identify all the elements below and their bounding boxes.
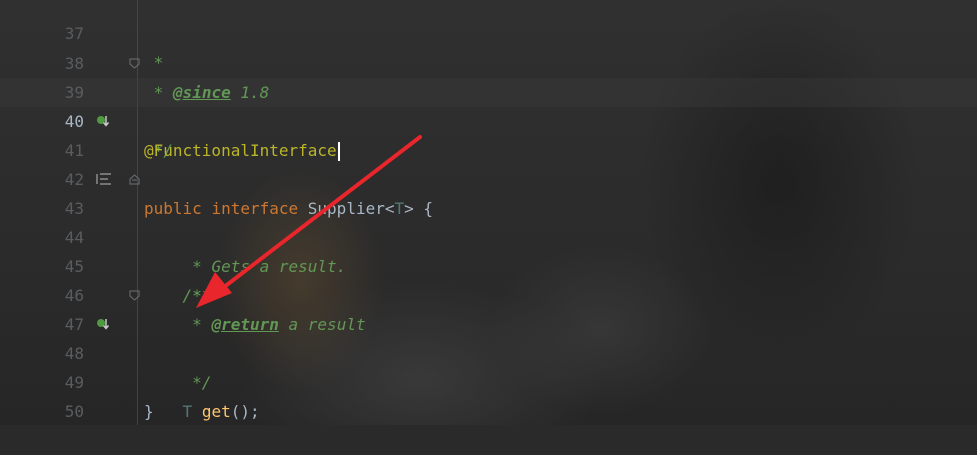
code-line[interactable]: 44 * Gets a result. [0, 194, 977, 276]
code-line[interactable]: 40 @FunctionalInterface [0, 78, 977, 161]
code-text: } [144, 402, 154, 421]
code-line[interactable]: 50 [0, 368, 977, 421]
fold-start-icon[interactable] [129, 174, 140, 185]
code-line[interactable]: 41 public interface Supplier<T> { [0, 107, 977, 218]
code-line[interactable]: 38 * @since 1.8 [0, 20, 977, 102]
code-line[interactable]: 43 /** [0, 165, 977, 305]
code-line[interactable]: 37 * [0, 0, 977, 72]
return-type: T [182, 402, 193, 421]
code-line[interactable]: 39 */ [0, 49, 977, 160]
rendered-doc-toggle-icon[interactable] [96, 172, 112, 186]
code-line[interactable]: 42 [0, 136, 977, 189]
code-text: T get(); [182, 402, 260, 421]
code-editor[interactable]: 37 * 38 * @since 1.8 39 */ 40 @Functiona… [0, 0, 977, 425]
method-name: get [201, 402, 231, 421]
line-number: 50 [64, 402, 84, 421]
code-line[interactable]: 45 * [0, 223, 977, 305]
fold-end-icon[interactable] [129, 290, 140, 301]
code-line[interactable]: 46 * @return a result [0, 252, 977, 334]
code-line[interactable]: 49 } [0, 339, 977, 421]
code-line[interactable]: 47 */ [0, 281, 977, 392]
implemented-by-icon[interactable] [96, 114, 110, 128]
fold-end-icon[interactable] [129, 58, 140, 69]
code-line[interactable]: 48 T get(); [0, 310, 977, 421]
implemented-by-icon[interactable] [96, 317, 110, 331]
